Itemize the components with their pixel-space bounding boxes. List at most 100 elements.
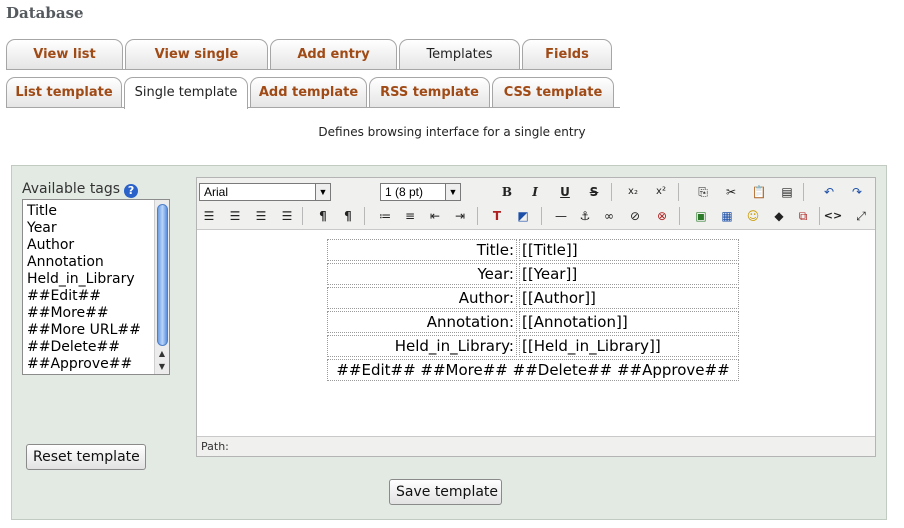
- toolbar-separator: [541, 207, 542, 225]
- tag-item[interactable]: ##Edit##: [27, 288, 101, 305]
- tag-item[interactable]: Held_in_Library: [27, 271, 135, 288]
- font-family-value: Arial: [204, 185, 229, 199]
- toolbar-separator: [803, 183, 804, 201]
- smiley-icon[interactable]: ☺: [743, 206, 763, 226]
- font-size-value: 1 (8 pt): [385, 185, 424, 199]
- justify-icon[interactable]: ☰: [277, 206, 297, 226]
- save-template-button[interactable]: Save template: [389, 479, 502, 505]
- table-row: ##Edit## ##More## ##Delete## ##Approve##: [327, 359, 739, 381]
- tags-scrollbar[interactable]: ▲ ▼: [154, 200, 169, 374]
- cut-icon[interactable]: ✂: [721, 182, 741, 202]
- toolbar-separator: [611, 183, 612, 201]
- tab-view-list[interactable]: View list: [6, 39, 123, 70]
- outdent-icon[interactable]: ⇤: [425, 206, 445, 226]
- tab-css-template[interactable]: CSS template: [492, 77, 614, 108]
- toolbar-separator: [364, 207, 365, 225]
- tag-item[interactable]: ##More URL##: [27, 322, 141, 339]
- editor-content[interactable]: Title: [[Title]] Year: [[Year]] Author: …: [197, 231, 875, 436]
- editor-toolbar: Arial ▼ 1 (8 pt) ▼ B I U S x₂ x² ⎘ ✂ 📋 ▤…: [197, 178, 875, 230]
- tab-divider: [6, 107, 620, 108]
- copy-icon[interactable]: ⎘: [693, 182, 713, 202]
- unlink-icon[interactable]: ⊘: [625, 206, 645, 226]
- anchor-icon[interactable]: ⚓: [575, 206, 595, 226]
- insert-table-icon[interactable]: ▦: [717, 206, 737, 226]
- tab-divider: [6, 69, 612, 70]
- template-table: Title: [[Title]] Year: [[Year]] Author: …: [325, 237, 741, 383]
- bullet-list-icon[interactable]: ≡: [400, 206, 420, 226]
- link-icon[interactable]: ∞: [599, 206, 619, 226]
- actions-row: ##Edit## ##More## ##Delete## ##Approve##: [327, 359, 739, 381]
- tab-fields[interactable]: Fields: [522, 39, 612, 70]
- toolbar-separator: [678, 183, 679, 201]
- scrollbar-thumb[interactable]: [157, 204, 168, 346]
- strikethrough-button[interactable]: S: [584, 182, 604, 202]
- chevron-down-icon: ▼: [315, 184, 330, 200]
- italic-button[interactable]: I: [525, 182, 545, 202]
- tag-item[interactable]: Year: [27, 220, 57, 237]
- field-placeholder: [[Author]]: [519, 287, 739, 309]
- search-replace-icon[interactable]: ⧉: [793, 206, 813, 226]
- table-row: Held_in_Library: [[Held_in_Library]]: [327, 335, 739, 357]
- paste-word-icon[interactable]: ▤: [777, 182, 797, 202]
- font-size-select[interactable]: 1 (8 pt) ▼: [380, 183, 461, 201]
- insert-media-icon[interactable]: ◆: [769, 206, 789, 226]
- insert-image-icon[interactable]: ▣: [691, 206, 711, 226]
- reset-template-button[interactable]: Reset template: [26, 444, 146, 470]
- available-tags-list[interactable]: Title Year Author Annotation Held_in_Lib…: [22, 199, 170, 375]
- tab-add-entry[interactable]: Add entry: [270, 39, 397, 70]
- nolink-icon[interactable]: ⊗: [652, 206, 672, 226]
- tab-add-template[interactable]: Add template: [250, 77, 367, 108]
- background-color-icon[interactable]: ◩: [513, 206, 533, 226]
- wysiwyg-editor: Arial ▼ 1 (8 pt) ▼ B I U S x₂ x² ⎘ ✂ 📋 ▤…: [196, 177, 876, 457]
- page-heading: Database: [6, 4, 84, 22]
- field-label: Year:: [327, 263, 517, 285]
- tab-rss-template[interactable]: RSS template: [369, 77, 490, 108]
- available-tags-text: Available tags: [22, 181, 121, 197]
- redo-icon[interactable]: ↷: [847, 182, 867, 202]
- template-description: Defines browsing interface for a single …: [318, 125, 586, 139]
- chevron-down-icon: ▼: [445, 184, 460, 200]
- toolbar-separator: [819, 207, 820, 225]
- horizontal-rule-icon[interactable]: —: [551, 206, 571, 226]
- available-tags-label: Available tags?: [22, 181, 139, 198]
- text-color-icon[interactable]: T: [487, 206, 507, 226]
- align-right-icon[interactable]: ☰: [251, 206, 271, 226]
- bold-button[interactable]: B: [497, 182, 517, 202]
- subscript-button[interactable]: x₂: [623, 182, 643, 202]
- rtl-icon[interactable]: ¶: [338, 206, 358, 226]
- scroll-up-arrow-icon[interactable]: ▲: [155, 348, 169, 360]
- tag-item[interactable]: Title: [27, 203, 57, 220]
- tab-templates[interactable]: Templates: [399, 39, 520, 70]
- field-label: Held_in_Library:: [327, 335, 517, 357]
- table-row: Year: [[Year]]: [327, 263, 739, 285]
- underline-button[interactable]: U: [555, 182, 575, 202]
- paste-icon[interactable]: 📋: [749, 182, 769, 202]
- tag-item[interactable]: ##Delete##: [27, 339, 120, 356]
- tag-item[interactable]: ##More##: [27, 305, 109, 322]
- field-placeholder: [[Year]]: [519, 263, 739, 285]
- superscript-button[interactable]: x²: [651, 182, 671, 202]
- tag-item[interactable]: Annotation: [27, 254, 104, 271]
- scroll-down-arrow-icon[interactable]: ▼: [155, 361, 169, 373]
- field-placeholder: [[Held_in_Library]]: [519, 335, 739, 357]
- table-row: Author: [[Author]]: [327, 287, 739, 309]
- align-center-icon[interactable]: ☰: [225, 206, 245, 226]
- tag-item[interactable]: Author: [27, 237, 74, 254]
- html-source-icon[interactable]: <>: [823, 206, 843, 226]
- editor-path-bar: Path:: [197, 436, 875, 456]
- toolbar-separator: [679, 207, 680, 225]
- fullscreen-icon[interactable]: ⤢: [851, 206, 871, 226]
- tag-item[interactable]: ##Approve##: [27, 356, 132, 373]
- ltr-icon[interactable]: ¶: [313, 206, 333, 226]
- align-left-icon[interactable]: ☰: [199, 206, 219, 226]
- tab-list-template[interactable]: List template: [6, 77, 122, 108]
- undo-icon[interactable]: ↶: [819, 182, 839, 202]
- field-placeholder: [[Title]]: [519, 239, 739, 261]
- font-family-select[interactable]: Arial ▼: [199, 183, 331, 201]
- indent-icon[interactable]: ⇥: [450, 206, 470, 226]
- toolbar-separator: [477, 207, 478, 225]
- help-icon[interactable]: ?: [124, 184, 139, 198]
- tab-single-template[interactable]: Single template: [124, 77, 248, 109]
- numbered-list-icon[interactable]: ≔: [375, 206, 395, 226]
- tab-view-single[interactable]: View single: [125, 39, 268, 70]
